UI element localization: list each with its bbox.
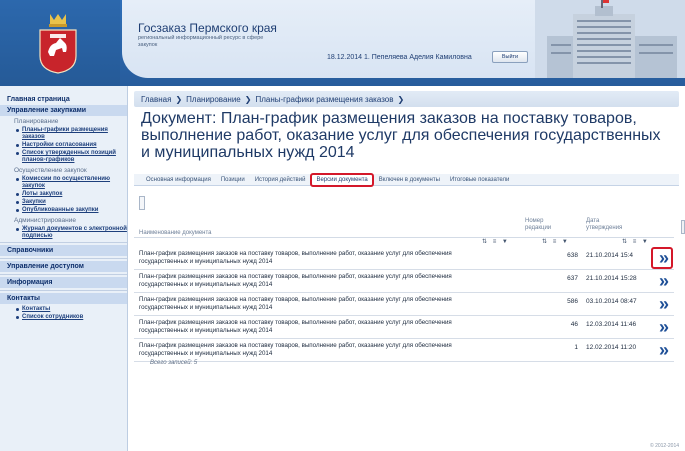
footer-copyright: © 2012-2014 [650, 443, 679, 449]
row-num: 1 [574, 344, 578, 351]
open-version-button[interactable]: » [651, 293, 673, 315]
breadcrumb-planning[interactable]: Планирование [186, 95, 241, 104]
tab-main-info[interactable]: Основная информация [141, 177, 216, 183]
chevron-right-icon: ❯ [175, 94, 183, 104]
filter-icon[interactable]: ⇅ ≡ ▼ [622, 238, 650, 245]
sidebar-item-staff[interactable]: Список сотрудников [16, 314, 127, 321]
open-version-button[interactable]: » [651, 339, 673, 361]
tab-versions[interactable]: Версии документа [310, 172, 374, 187]
sidebar-item-lots[interactable]: Лоты закупок [16, 191, 127, 198]
execution-list: Комиссии по осуществлению закупок Лоты з… [0, 176, 127, 214]
sidebar-group-execution: Осуществление закупок [14, 167, 87, 174]
page-title: Документ: План-график размещения заказов… [141, 110, 661, 161]
breadcrumb: Главная ❯ Планирование ❯ Планы-графики р… [134, 91, 679, 107]
sidebar-item-plan-schedules[interactable]: Планы-графики размещения заказов [16, 127, 127, 141]
admin-list: Журнал документов с электронной подписью [0, 226, 127, 240]
row-name: План-график размещения заказов на постав… [139, 273, 452, 288]
logout-button[interactable]: Выйти [492, 51, 528, 63]
tab-history[interactable]: История действий [250, 177, 311, 183]
divider [0, 258, 127, 259]
col-header-num[interactable]: Номер редакции [525, 218, 561, 232]
header: Госзаказ Пермского края региональный инф… [0, 0, 685, 86]
sidebar-info[interactable]: Информация [0, 277, 127, 288]
logo-area [0, 0, 120, 86]
site-title[interactable]: Госзаказ Пермского края [138, 21, 277, 35]
sidebar-item-contacts[interactable]: Контакты [16, 306, 127, 313]
toolbar-button[interactable] [139, 196, 145, 210]
open-version-button[interactable]: » [651, 316, 673, 338]
breadcrumb-home[interactable]: Главная [141, 95, 171, 104]
sidebar-item-commissions[interactable]: Комиссии по осуществлению закупок [16, 176, 127, 190]
row-name: План-график размещения заказов на постав… [139, 342, 452, 357]
row-name: План-график размещения заказов на постав… [139, 319, 452, 334]
filter-row: ⇅ ≡ ▼ ⇅ ≡ ▼ ⇅ ≡ ▼ [134, 238, 674, 247]
main-content: Главная ❯ Планирование ❯ Планы-графики р… [128, 86, 685, 451]
row-num: 46 [570, 321, 578, 328]
sidebar-item-approved-positions[interactable]: Список утвержденных позиций планов-графи… [16, 150, 127, 164]
breadcrumb-plan-schedules[interactable]: Планы-графики размещения заказов [255, 95, 393, 104]
title-panel: Госзаказ Пермского края региональный инф… [122, 0, 685, 78]
sidebar: Главная страница Управление закупками Пл… [0, 86, 128, 451]
row-date: 12.02.2014 11:20 [586, 344, 637, 351]
site-subtitle: региональный информационный ресурс в сфе… [138, 35, 264, 48]
chevron-right-icon: ❯ [244, 94, 252, 104]
row-name: План-график размещения заказов на постав… [139, 296, 452, 311]
tab-totals[interactable]: Итоговые показатели [445, 177, 514, 183]
records-total: Всего записей: 5 [150, 360, 198, 366]
sidebar-contacts[interactable]: Контакты [0, 293, 127, 304]
table-row[interactable]: План-график размещения заказов на постав… [134, 270, 674, 293]
sidebar-item-published[interactable]: Опубликованные закупки [16, 207, 127, 214]
divider [0, 290, 127, 291]
user-info: 18.12.2014 1. Пепеляева Аделия Камиловна [327, 54, 472, 61]
tab-included-in[interactable]: Включен в документы [374, 177, 445, 183]
table-row[interactable]: План-график размещения заказов на постав… [134, 293, 674, 316]
open-version-button[interactable]: » [651, 270, 673, 292]
sidebar-item-purchases[interactable]: Закупки [16, 199, 127, 206]
row-name: План-график размещения заказов на постав… [139, 250, 452, 265]
col-header-date[interactable]: Дата утверждения [586, 218, 636, 232]
row-date: 21.10.2014 15:28 [586, 275, 637, 282]
tab-bar: Основная информация Позиции История дейс… [134, 172, 679, 187]
contacts-list: Контакты Список сотрудников [0, 306, 127, 321]
sidebar-procurement[interactable]: Управление закупками [0, 105, 127, 116]
sidebar-home[interactable]: Главная страница [0, 94, 127, 105]
chevron-right-icon: ❯ [397, 94, 405, 104]
row-num: 638 [567, 252, 578, 259]
row-num: 586 [567, 298, 578, 305]
table-row[interactable]: План-график размещения заказов на постав… [134, 339, 674, 362]
sidebar-item-approval-settings[interactable]: Настройки согласования [16, 142, 127, 149]
sidebar-item-signature-journal[interactable]: Журнал документов с электронной подписью [16, 226, 127, 240]
sidebar-references[interactable]: Справочники [0, 245, 127, 256]
row-date: 21.10.2014 15:4 [586, 252, 633, 259]
grid-header: Наименование документа Номер редакции Да… [134, 216, 674, 238]
sidebar-group-planning: Планирование [14, 118, 59, 125]
table-row[interactable]: План-график размещения заказов на постав… [134, 247, 674, 270]
scrollbar[interactable] [681, 220, 685, 234]
versions-table: План-график размещения заказов на постав… [134, 247, 674, 362]
sidebar-access[interactable]: Управление доступом [0, 261, 127, 272]
planning-list: Планы-графики размещения заказов Настрой… [0, 127, 127, 164]
divider [0, 242, 127, 243]
row-num: 637 [567, 275, 578, 282]
table-row[interactable]: План-график размещения заказов на постав… [134, 316, 674, 339]
divider [0, 274, 127, 275]
open-version-button[interactable]: » [651, 247, 673, 269]
row-date: 03.10.2014 08:47 [586, 298, 637, 305]
filter-icon[interactable]: ⇅ ≡ ▼ [542, 238, 570, 245]
filter-icon[interactable]: ⇅ ≡ ▼ [482, 238, 510, 245]
tab-positions[interactable]: Позиции [216, 177, 250, 183]
col-header-name[interactable]: Наименование документа [139, 230, 212, 237]
sidebar-group-admin: Администрирование [14, 217, 76, 224]
row-date: 12.03.2014 11:46 [586, 321, 637, 328]
perm-crest-icon[interactable] [38, 12, 78, 74]
government-building-image [535, 0, 685, 78]
